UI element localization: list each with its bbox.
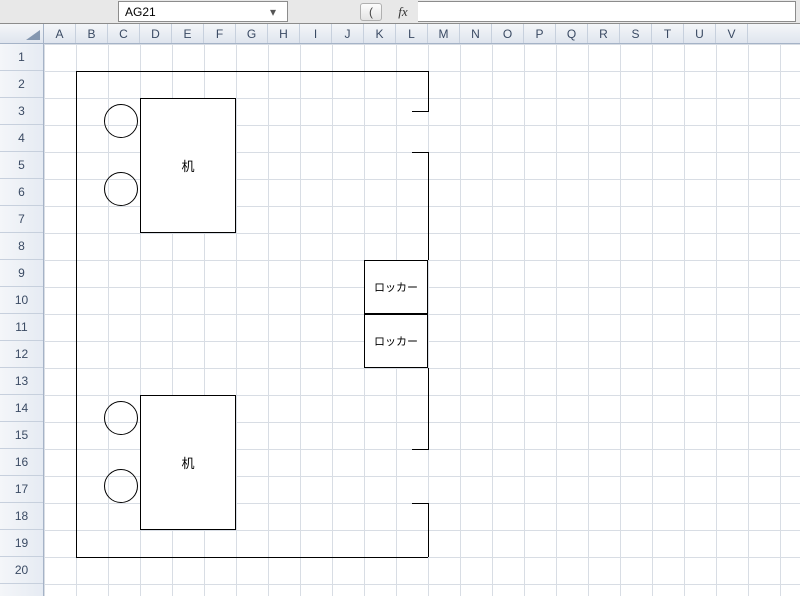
row-header[interactable]: 19: [0, 530, 43, 557]
col-header[interactable]: G: [236, 24, 268, 43]
row-header[interactable]: 11: [0, 314, 43, 341]
row-header[interactable]: 12: [0, 341, 43, 368]
wall-stub: [412, 503, 429, 504]
room-wall: [428, 152, 429, 260]
name-box[interactable]: AG21 ▾: [118, 1, 288, 22]
col-header[interactable]: A: [44, 24, 76, 43]
col-header[interactable]: D: [140, 24, 172, 43]
chair-shape[interactable]: [104, 469, 138, 503]
chair-shape[interactable]: [104, 104, 138, 138]
name-box-value: AG21: [125, 5, 265, 19]
row-header[interactable]: 2: [0, 71, 43, 98]
formula-bar-left-spacer: [0, 1, 118, 22]
cancel-icon: (: [369, 5, 373, 19]
locker-shape[interactable]: ロッカー: [364, 314, 428, 368]
col-header[interactable]: S: [620, 24, 652, 43]
chair-shape[interactable]: [104, 172, 138, 206]
formula-bar: AG21 ▾ ( fx: [0, 0, 800, 24]
row-header[interactable]: 3: [0, 98, 43, 125]
row-header-col: 1234567891011121314151617181920: [0, 44, 44, 596]
col-header[interactable]: B: [76, 24, 108, 43]
room-wall: [76, 557, 428, 558]
col-header[interactable]: R: [588, 24, 620, 43]
col-header[interactable]: K: [364, 24, 396, 43]
locker-label: ロッカー: [365, 261, 427, 313]
col-header[interactable]: T: [652, 24, 684, 43]
formula-input[interactable]: [418, 1, 796, 22]
col-header[interactable]: F: [204, 24, 236, 43]
row-header[interactable]: 18: [0, 503, 43, 530]
desk-shape[interactable]: 机: [140, 395, 236, 530]
row-header[interactable]: 17: [0, 476, 43, 503]
room-wall: [428, 503, 429, 557]
row-header[interactable]: 8: [0, 233, 43, 260]
room-wall: [76, 71, 77, 557]
fx-label[interactable]: fx: [388, 1, 418, 22]
col-header[interactable]: I: [300, 24, 332, 43]
row-header[interactable]: 1: [0, 44, 43, 71]
row-header[interactable]: 4: [0, 125, 43, 152]
column-header-row: A B C D E F G H I J K L M N O P Q R S T …: [0, 24, 800, 44]
wall-stub: [412, 152, 429, 153]
col-header[interactable]: Q: [556, 24, 588, 43]
row-header[interactable]: 9: [0, 260, 43, 287]
row-header[interactable]: 20: [0, 557, 43, 584]
select-all-corner[interactable]: [0, 24, 44, 43]
room-wall: [76, 71, 428, 72]
col-header[interactable]: M: [428, 24, 460, 43]
row-header[interactable]: 15: [0, 422, 43, 449]
row-header[interactable]: 6: [0, 179, 43, 206]
locker-shape[interactable]: ロッカー: [364, 260, 428, 314]
desk-shape[interactable]: 机: [140, 98, 236, 233]
col-header[interactable]: P: [524, 24, 556, 43]
col-header[interactable]: C: [108, 24, 140, 43]
room-wall: [428, 368, 429, 449]
wall-stub: [412, 449, 429, 450]
row-header[interactable]: 16: [0, 449, 43, 476]
wall-stub: [412, 111, 429, 112]
col-header[interactable]: V: [716, 24, 748, 43]
col-header[interactable]: H: [268, 24, 300, 43]
name-box-dropdown-icon[interactable]: ▾: [265, 5, 281, 19]
row-header[interactable]: 10: [0, 287, 43, 314]
col-header[interactable]: U: [684, 24, 716, 43]
row-header[interactable]: 7: [0, 206, 43, 233]
row-header[interactable]: 14: [0, 395, 43, 422]
col-header[interactable]: L: [396, 24, 428, 43]
locker-label: ロッカー: [365, 315, 427, 367]
col-header[interactable]: O: [492, 24, 524, 43]
worksheet: A B C D E F G H I J K L M N O P Q R S T …: [0, 24, 800, 596]
col-header[interactable]: J: [332, 24, 364, 43]
col-header[interactable]: E: [172, 24, 204, 43]
cell-grid[interactable]: 机 ロッカー ロッカー 机: [44, 44, 800, 596]
cancel-formula-button[interactable]: (: [360, 3, 382, 21]
col-header[interactable]: N: [460, 24, 492, 43]
row-header[interactable]: 5: [0, 152, 43, 179]
chair-shape[interactable]: [104, 401, 138, 435]
row-header[interactable]: 13: [0, 368, 43, 395]
formula-buttons: (: [288, 1, 388, 22]
desk-label: 机: [141, 99, 235, 232]
room-wall: [428, 71, 429, 111]
desk-label: 机: [141, 396, 235, 529]
